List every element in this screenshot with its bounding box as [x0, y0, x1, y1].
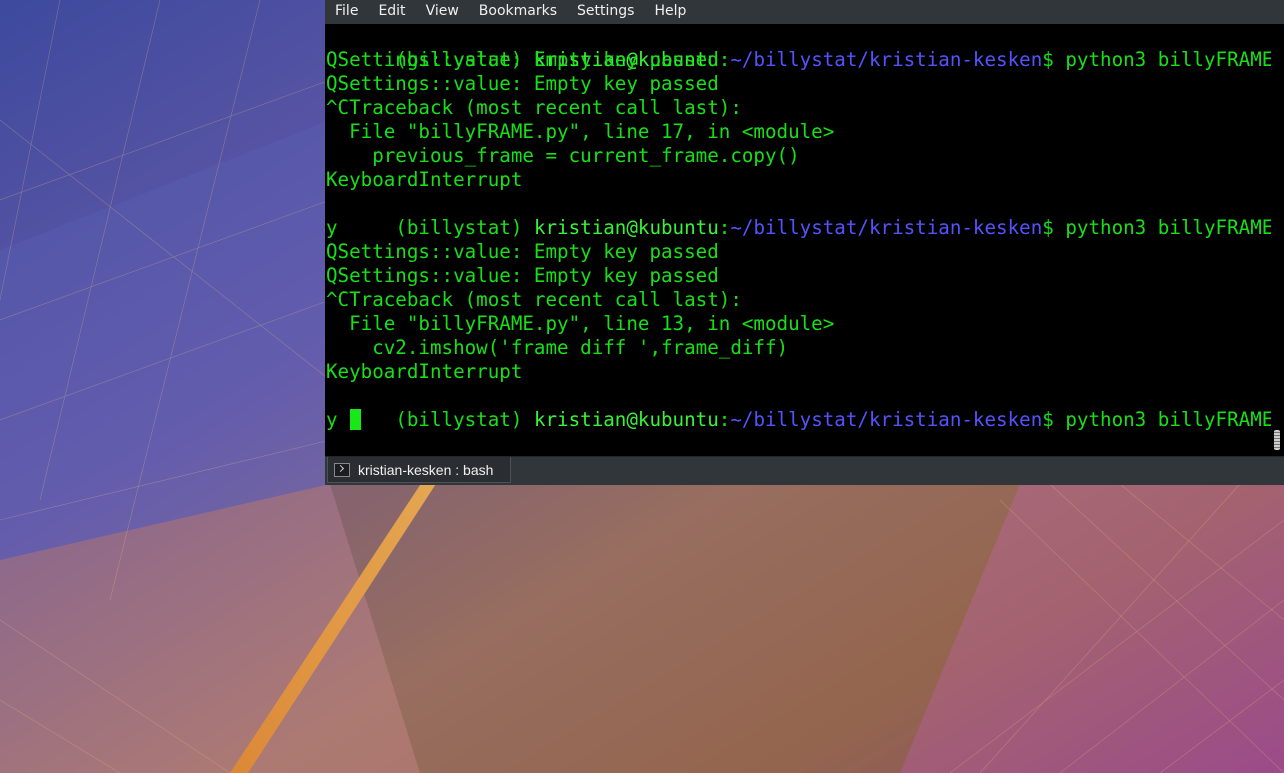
output-line: previous_frame = current_frame.copy() [326, 144, 800, 167]
konsole-window: File Edit View Bookmarks Settings Help (… [325, 0, 1284, 485]
prompt-userhost: kristian@kubuntu [533, 216, 719, 239]
menu-settings[interactable]: Settings [567, 3, 644, 19]
prompt-userhost: kristian@kubuntu [533, 408, 719, 431]
tab-label: kristian-kesken : bash [358, 461, 494, 478]
output-line: cv2.imshow('frame diff ',frame_diff) [326, 336, 789, 359]
prompt-command: python3 billyFRAME.p [1065, 48, 1271, 71]
menubar: File Edit View Bookmarks Settings Help [325, 0, 1284, 22]
output-line: KeyboardInterrupt [326, 360, 523, 383]
menu-bookmarks[interactable]: Bookmarks [469, 3, 567, 19]
output-line: ^CTraceback (most recent call last): [326, 288, 742, 311]
text-cursor [349, 409, 361, 430]
menu-file[interactable]: File [325, 3, 368, 19]
terminal-output[interactable]: (billystat) kristian@kubuntu:~/billystat… [325, 24, 1271, 456]
prompt-path: ~/billystat/kristian-kesken [730, 216, 1043, 239]
prompt-dollar: $ [1042, 48, 1054, 71]
tab-bar: kristian-kesken : bash [325, 456, 1284, 485]
prompt-colon: : [718, 48, 731, 71]
prompt-path: ~/billystat/kristian-kesken [730, 48, 1043, 71]
terminal-scrollbar[interactable] [1271, 24, 1284, 456]
output-line: QSettings::value: Empty key passed [326, 240, 719, 263]
scrollbar-thumb[interactable] [1274, 430, 1280, 450]
tab-bash-session[interactable]: kristian-kesken : bash [327, 457, 511, 483]
prompt-colon: : [718, 408, 731, 431]
prompt-line: (billystat) kristian@kubuntu:~/billystat… [325, 192, 1271, 239]
menu-edit[interactable]: Edit [368, 3, 415, 19]
output-line: File "billyFRAME.py", line 17, in <modul… [326, 120, 835, 143]
menu-view[interactable]: View [416, 3, 469, 19]
prompt-path: ~/billystat/kristian-kesken [730, 408, 1043, 431]
prompt-command: python3 billyFRAME.p [1065, 408, 1271, 431]
output-line: ^CTraceback (most recent call last): [326, 96, 742, 119]
prompt-dollar: $ [1042, 408, 1054, 431]
prompt-wrap: y [326, 408, 338, 431]
output-line: KeyboardInterrupt [326, 168, 523, 191]
prompt-dollar: $ [1042, 216, 1054, 239]
prompt-command: python3 billyFRAME.p [1065, 216, 1271, 239]
prompt-colon: : [718, 216, 731, 239]
output-line: QSettings::value: Empty key passed [326, 264, 719, 287]
output-line: QSettings::value: Empty key passed [326, 72, 719, 95]
terminal-icon [334, 462, 350, 477]
prompt-line: (billystat) kristian@kubuntu:~/billystat… [325, 384, 1271, 431]
menu-help[interactable]: Help [644, 3, 696, 19]
prompt-line: (billystat) kristian@kubuntu:~/billystat… [325, 24, 1271, 71]
output-line: File "billyFRAME.py", line 13, in <modul… [326, 312, 835, 335]
prompt-env: (billystat) [395, 216, 534, 239]
prompt-env: (billystat) [395, 408, 534, 431]
